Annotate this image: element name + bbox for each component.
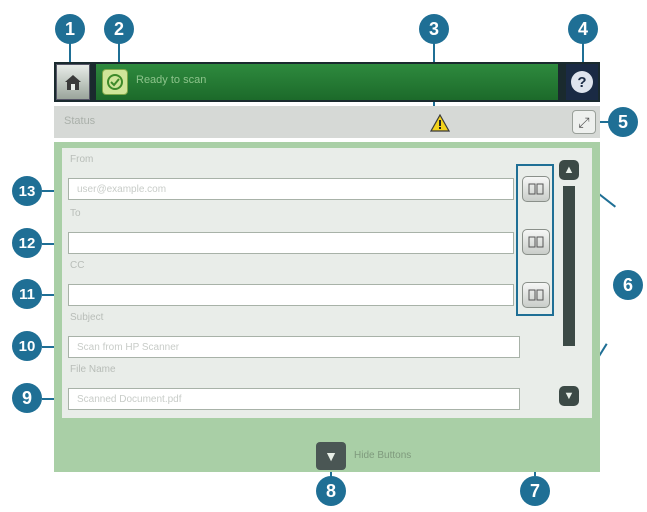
notification-text: Status [64,115,96,127]
ready-status-icon [102,69,128,95]
chevron-up-icon: ▲ [563,164,575,176]
callout-4: 4 [568,14,598,44]
callout-7: 7 [520,476,550,506]
hide-buttons-button[interactable]: ▼ [316,442,346,470]
cc-label: CC [70,260,85,271]
expand-notification-button[interactable]: ⤢ [572,110,596,134]
help-button[interactable]: ? [566,64,598,100]
status-message: Ready to scan [136,74,207,86]
address-book-icon [528,236,544,248]
callout-11: 11 [12,279,42,309]
hide-buttons-label: Hide Buttons [354,450,412,461]
chevron-down-icon: ▼ [324,448,338,464]
callout-9: 9 [12,383,42,413]
address-book-icon [528,183,544,195]
scroll-up-button[interactable]: ▲ [559,160,579,180]
callout-12: 12 [12,228,42,258]
file-name-field[interactable]: Scanned Document.pdf [68,388,520,410]
from-label: From [70,154,94,165]
callout-6: 6 [613,270,643,300]
file-name-label: File Name [70,364,116,375]
callout-10: 10 [12,331,42,361]
callout-1: 1 [55,14,85,44]
callout-3: 3 [419,14,449,44]
home-button[interactable] [56,64,90,100]
scroll-track[interactable] [563,186,575,346]
to-label: To [70,208,81,219]
subject-field[interactable]: Scan from HP Scanner [68,336,520,358]
status-bar: Ready to scan [96,64,558,100]
expand-icon: ⤢ [578,113,590,130]
to-field[interactable] [68,232,514,254]
warning-icon[interactable] [430,114,450,132]
cc-field[interactable] [68,284,514,306]
notification-bar: Status [54,106,600,138]
scrollbar[interactable]: ▲ ▼ [557,156,581,408]
scroll-down-button[interactable]: ▼ [559,386,579,406]
from-field[interactable]: user@example.com [68,178,514,200]
callout-8: 8 [316,476,346,506]
help-icon: ? [571,71,593,93]
to-address-book-button[interactable] [522,229,550,255]
callout-2: 2 [104,14,134,44]
chevron-down-icon: ▼ [563,390,575,402]
from-address-book-button[interactable] [522,176,550,202]
subject-label: Subject [70,312,104,323]
address-book-icon [528,289,544,301]
callout-13: 13 [12,176,42,206]
cc-address-book-button[interactable] [522,282,550,308]
callout-5: 5 [608,107,638,137]
home-icon [65,75,81,90]
